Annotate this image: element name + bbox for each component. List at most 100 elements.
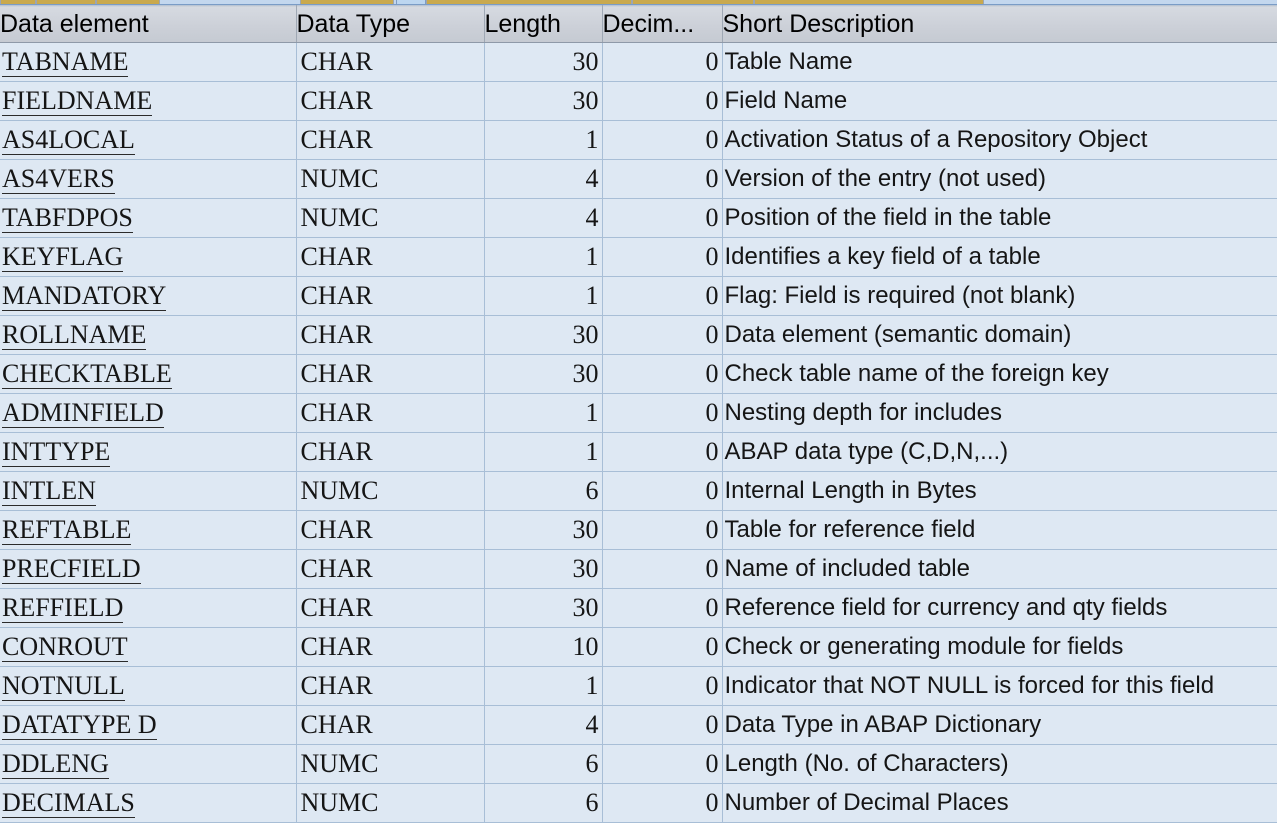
table-row[interactable]: DECIMALS NUMC 6 0 Number of Decimal Places — [0, 783, 1277, 823]
cell-length: 10 — [484, 627, 603, 667]
cell-decimals: 0 — [602, 744, 723, 784]
data-element-link[interactable]: KEYFLAG — [2, 243, 124, 273]
column-header-desc[interactable]: Short Description — [722, 5, 1277, 43]
cell-length: 30 — [484, 510, 603, 550]
table-row[interactable]: TABNAME CHAR 30 0 Table Name — [0, 42, 1277, 82]
cell-length: 6 — [484, 783, 603, 823]
data-element-link[interactable]: REFTABLE — [2, 516, 132, 546]
cell-short-description: Data Type in ABAP Dictionary — [722, 705, 1277, 745]
cell-data-type: CHAR — [296, 315, 485, 355]
data-element-link[interactable]: DECIMALS — [2, 789, 135, 819]
table-row[interactable]: REFTABLE CHAR 30 0 Table for reference field — [0, 510, 1277, 550]
data-element-link[interactable]: MANDATORY — [2, 282, 167, 312]
table-row[interactable]: AS4LOCAL CHAR 1 0 Activation Status of a Rep… — [0, 120, 1277, 160]
table-row[interactable]: FIELDNAME CHAR 30 0 Field Name — [0, 81, 1277, 121]
cell-decimals: 0 — [602, 159, 723, 199]
cell-data-element[interactable]: TABFDPOS — [0, 198, 297, 238]
table-row[interactable]: TABFDPOS NUMC 4 0 Position of the field in t… — [0, 198, 1277, 238]
cell-length: 6 — [484, 744, 603, 784]
cell-short-description: Name of included table — [722, 549, 1277, 589]
cell-data-type: CHAR — [296, 393, 485, 433]
cell-data-element[interactable]: REFFIELD — [0, 588, 297, 628]
data-element-link[interactable]: TABFDPOS — [2, 204, 133, 234]
cell-data-element[interactable]: KEYFLAG — [0, 237, 297, 277]
cell-length: 30 — [484, 81, 603, 121]
cell-decimals: 0 — [602, 549, 723, 589]
data-element-link[interactable]: CHECKTABLE — [2, 360, 172, 390]
cell-data-element[interactable]: ROLLNAME — [0, 315, 297, 355]
column-header-dec[interactable]: Decim... — [602, 5, 723, 43]
table-row[interactable]: INTLEN NUMC 6 0 Internal Length in Bytes — [0, 471, 1277, 511]
data-element-link[interactable]: DATATYPE D — [2, 711, 157, 741]
table-row[interactable]: ROLLNAME CHAR 30 0 Data element (semantic do… — [0, 315, 1277, 355]
cell-decimals: 0 — [602, 627, 723, 667]
cell-short-description: Indicator that NOT NULL is forced for th… — [722, 666, 1277, 706]
table-row[interactable]: AS4VERS NUMC 4 0 Version of the entry (not u… — [0, 159, 1277, 199]
table-row[interactable]: DDLENG NUMC 6 0 Length (No. of Characters) — [0, 744, 1277, 784]
column-header-type[interactable]: Data Type — [296, 5, 485, 43]
table-row[interactable]: CONROUT CHAR 10 0 Check or generating module… — [0, 627, 1277, 667]
data-element-link[interactable]: ADMINFIELD — [2, 399, 164, 429]
cell-length: 30 — [484, 588, 603, 628]
data-element-link[interactable]: PRECFIELD — [2, 555, 141, 585]
cell-data-element[interactable]: CHECKTABLE — [0, 354, 297, 394]
cell-length: 6 — [484, 471, 603, 511]
cell-length: 30 — [484, 315, 603, 355]
data-element-link[interactable]: NOTNULL — [2, 672, 125, 702]
grid-header: Data element Data Type Length Decim... Short… — [0, 5, 1277, 43]
table-row[interactable]: MANDATORY CHAR 1 0 Flag: Field is required (… — [0, 276, 1277, 316]
cell-data-element[interactable]: CONROUT — [0, 627, 297, 667]
cell-data-type: CHAR — [296, 666, 485, 706]
cell-length: 1 — [484, 276, 603, 316]
column-header-name[interactable]: Data element — [0, 5, 297, 43]
cell-data-element[interactable]: ADMINFIELD — [0, 393, 297, 433]
cell-data-element[interactable]: DECIMALS — [0, 783, 297, 823]
data-element-link[interactable]: REFFIELD — [2, 594, 124, 624]
data-element-link[interactable]: ROLLNAME — [2, 321, 147, 351]
data-element-link[interactable]: FIELDNAME — [2, 87, 153, 117]
cell-decimals: 0 — [602, 510, 723, 550]
table-row[interactable]: ADMINFIELD CHAR 1 0 Nesting depth for includ… — [0, 393, 1277, 433]
cell-data-element[interactable]: TABNAME — [0, 42, 297, 82]
cell-data-element[interactable]: INTTYPE — [0, 432, 297, 472]
table-row[interactable]: REFFIELD CHAR 30 0 Reference field for curre… — [0, 588, 1277, 628]
cell-short-description: Reference field for currency and qty fie… — [722, 588, 1277, 628]
cell-data-type: CHAR — [296, 510, 485, 550]
cell-data-element[interactable]: NOTNULL — [0, 666, 297, 706]
cell-short-description: Length (No. of Characters) — [722, 744, 1277, 784]
cell-data-element[interactable]: REFTABLE — [0, 510, 297, 550]
cell-data-element[interactable]: DATATYPE D — [0, 705, 297, 745]
cell-short-description: Version of the entry (not used) — [722, 159, 1277, 199]
column-header-length[interactable]: Length — [484, 5, 603, 43]
cell-decimals: 0 — [602, 705, 723, 745]
field-list-grid: Data element Data Type Length Decim... Short… — [0, 5, 1277, 823]
data-element-link[interactable]: AS4VERS — [2, 165, 115, 195]
cell-decimals: 0 — [602, 42, 723, 82]
cell-data-element[interactable]: DDLENG — [0, 744, 297, 784]
data-element-link[interactable]: CONROUT — [2, 633, 128, 663]
table-row[interactable]: PRECFIELD CHAR 30 0 Name of included table — [0, 549, 1277, 589]
cell-data-type: CHAR — [296, 432, 485, 472]
table-row[interactable]: CHECKTABLE CHAR 30 0 Check table name of the… — [0, 354, 1277, 394]
cell-data-element[interactable]: AS4LOCAL — [0, 120, 297, 160]
cell-short-description: Nesting depth for includes — [722, 393, 1277, 433]
cell-data-element[interactable]: INTLEN — [0, 471, 297, 511]
cell-data-element[interactable]: FIELDNAME — [0, 81, 297, 121]
data-element-link[interactable]: DDLENG — [2, 750, 109, 780]
cell-length: 1 — [484, 393, 603, 433]
cell-data-element[interactable]: PRECFIELD — [0, 549, 297, 589]
table-row[interactable]: NOTNULL CHAR 1 0 Indicator that NOT NULL is … — [0, 666, 1277, 706]
table-row[interactable]: DATATYPE D CHAR 4 0 Data Type in ABAP Dictio… — [0, 705, 1277, 745]
data-element-link[interactable]: INTTYPE — [2, 438, 111, 468]
cell-data-element[interactable]: AS4VERS — [0, 159, 297, 199]
data-element-link[interactable]: INTLEN — [2, 477, 96, 507]
cell-data-type: NUMC — [296, 198, 485, 238]
data-element-link[interactable]: AS4LOCAL — [2, 126, 135, 156]
cell-length: 30 — [484, 549, 603, 589]
table-row[interactable]: INTTYPE CHAR 1 0 ABAP data type (C,D,N,...) — [0, 432, 1277, 472]
data-element-link[interactable]: TABNAME — [2, 48, 129, 78]
table-row[interactable]: KEYFLAG CHAR 1 0 Identifies a key field of a… — [0, 237, 1277, 277]
toolbar-divider — [0, 4, 1277, 5]
cell-data-element[interactable]: MANDATORY — [0, 276, 297, 316]
cell-length: 30 — [484, 354, 603, 394]
